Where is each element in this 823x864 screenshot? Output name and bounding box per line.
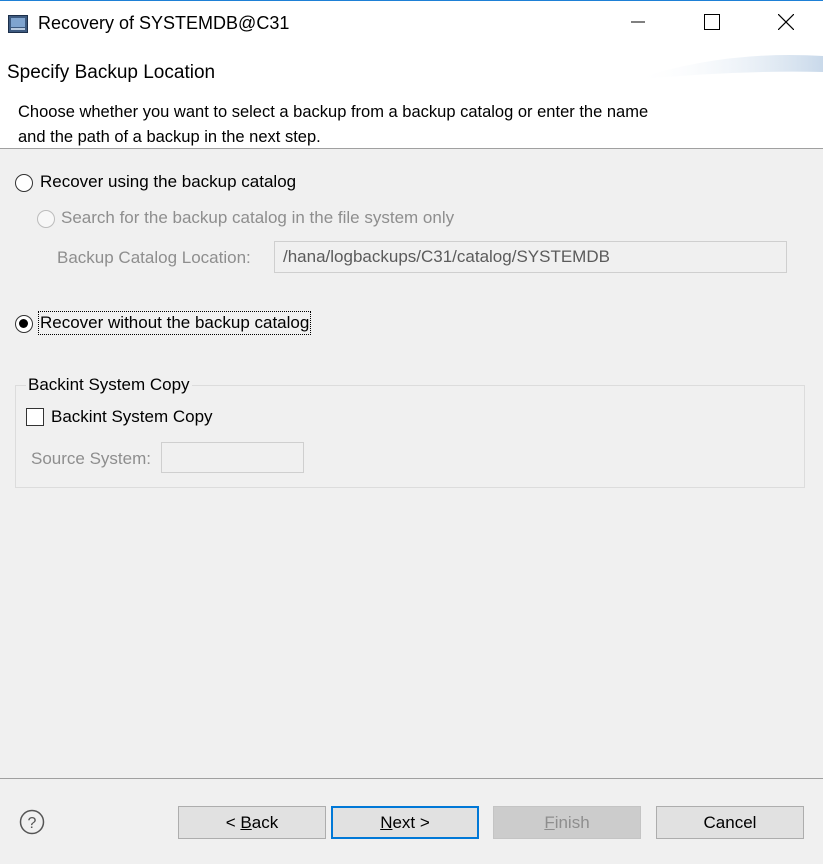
window-title: Recovery of SYSTEMDB@C31 — [38, 13, 290, 33]
minimize-icon — [631, 15, 645, 34]
finish-button[interactable]: Finish — [493, 806, 641, 839]
page-title: Specify Backup Location — [7, 62, 216, 83]
backint-group — [15, 385, 805, 488]
cancel-button[interactable]: Cancel — [656, 806, 804, 839]
catalog-location-label: Backup Catalog Location: — [57, 248, 251, 267]
header-decoration — [633, 55, 823, 80]
maximize-icon — [704, 13, 720, 35]
search-fs-radio[interactable] — [37, 210, 55, 228]
title-bar[interactable]: Recovery of SYSTEMDB@C31 — [0, 0, 823, 48]
finish-label-rest: inish — [554, 812, 590, 832]
catalog-location-field[interactable]: /hana/logbackups/C31/catalog/SYSTEMDB — [274, 241, 787, 273]
backint-checkbox-label[interactable]: Backint System Copy — [51, 407, 213, 427]
back-label-rest: ack — [251, 812, 279, 832]
backint-group-title: Backint System Copy — [26, 375, 192, 395]
minimize-button[interactable] — [601, 1, 675, 47]
search-fs-label[interactable]: Search for the backup catalog in the fil… — [61, 208, 454, 228]
maximize-button[interactable] — [675, 1, 749, 47]
without-catalog-label[interactable]: Recover without the backup catalog — [37, 311, 312, 335]
close-icon — [777, 13, 795, 35]
svg-text:?: ? — [28, 815, 37, 832]
next-label-rest: ext > — [392, 812, 430, 832]
use-catalog-radio[interactable] — [15, 174, 33, 192]
wizard-header: Specify Backup Location Choose whether y… — [0, 48, 823, 149]
app-icon — [8, 15, 28, 33]
help-icon[interactable]: ? — [19, 809, 45, 835]
back-mnemonic: B — [240, 812, 252, 832]
next-mnemonic: N — [380, 812, 393, 832]
without-catalog-radio[interactable] — [15, 315, 33, 333]
next-button[interactable]: Next > — [331, 806, 479, 839]
back-prefix: < — [225, 812, 241, 832]
close-button[interactable] — [749, 1, 823, 47]
source-system-label: Source System: — [31, 449, 151, 468]
back-button[interactable]: < Back — [178, 806, 326, 839]
use-catalog-label[interactable]: Recover using the backup catalog — [40, 172, 296, 192]
finish-mnemonic: F — [544, 812, 555, 832]
backint-checkbox[interactable] — [26, 408, 44, 426]
source-system-field[interactable] — [161, 442, 304, 473]
button-bar-separator — [0, 778, 823, 779]
page-description: Choose whether you want to select a back… — [18, 103, 649, 146]
